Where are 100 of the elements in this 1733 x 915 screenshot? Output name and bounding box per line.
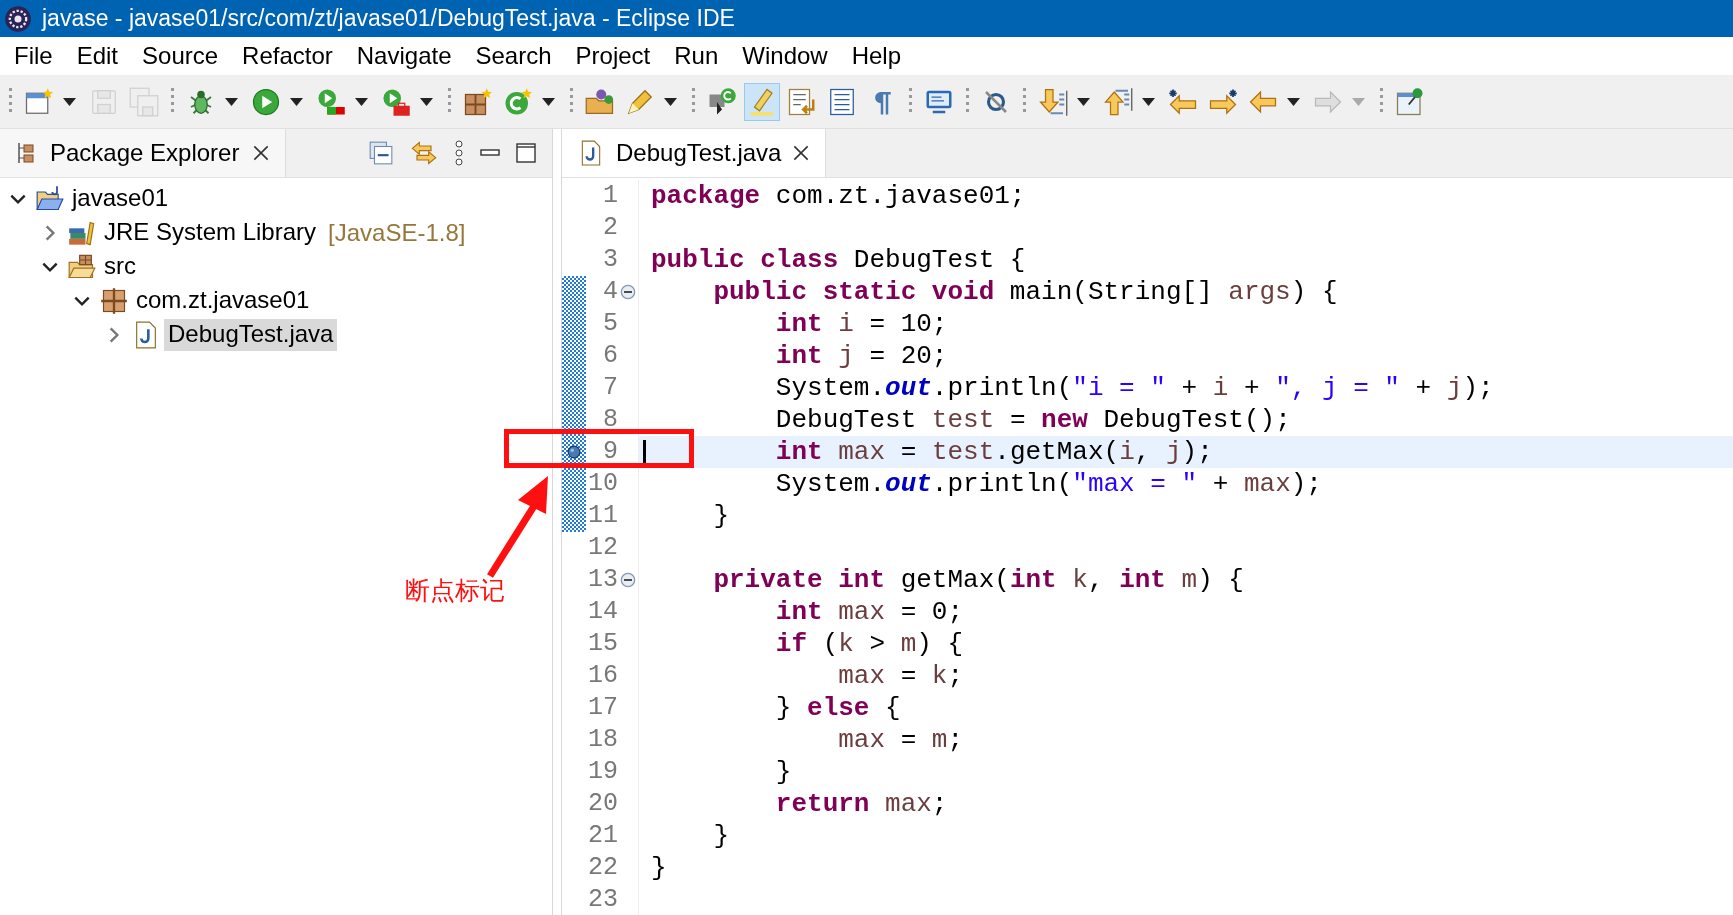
close-icon[interactable] [253,145,270,161]
tree-item-decoration: [JavaSE-1.8] [328,219,466,247]
task-icon [707,86,737,117]
line-number: 21 [587,820,618,852]
hierarchy-icon [16,141,36,165]
code-line: } else { [774,693,901,723]
collapse-all-icon[interactable] [368,140,394,166]
code-line: private int getMax(int k, int m) { [712,565,1244,595]
code-line: } [651,853,667,883]
window-title: javase - javase01/src/com/zt/javase01/DebugTest.java - Eclipse IDE [42,5,735,32]
dropdown-caret-icon[interactable] [63,97,76,106]
code-line: int max = test.getMax(i, j); [774,437,1213,467]
line-number: 22 [587,852,618,884]
books-icon [68,219,96,247]
menu-item[interactable]: File [4,42,67,70]
menu-item[interactable]: Edit [66,42,133,70]
menu-item[interactable]: Search [465,42,566,70]
line-number: 7 [602,372,618,404]
code-line: } [712,821,729,851]
editor-tab[interactable]: DebugTest.java [562,129,827,177]
play-icon [251,86,281,117]
line-number: 4 [602,276,618,308]
menu-item[interactable]: Window [732,42,842,70]
line-number: 20 [587,788,618,820]
document-lines-icon [827,86,857,117]
close-icon[interactable] [793,145,810,161]
menu-item[interactable]: Run [664,42,733,70]
package-plus-icon [463,86,493,117]
menu-item[interactable]: Help [841,42,915,70]
code-line: package com.zt.javase01; [651,181,1026,211]
dropdown-caret-icon[interactable] [1142,97,1155,106]
line-number: 13 [587,564,618,596]
document-arrow-icon [787,86,817,117]
collapse-fold-icon[interactable] [620,284,636,300]
maximize-icon[interactable] [516,143,536,163]
view-title: Package Explorer [50,139,240,167]
dropdown-caret-icon[interactable] [664,97,677,106]
line-number: 17 [587,692,618,724]
line-number: 6 [602,340,618,372]
dropdown-caret-icon[interactable] [420,97,433,106]
line-number: 12 [587,532,618,564]
floppy-disks-icon [129,86,159,117]
app-logo-icon [4,4,32,33]
annotation-label: 断点标记 [405,575,505,607]
menu-item[interactable]: Refactor [232,42,347,70]
dropdown-caret-icon[interactable] [355,97,368,106]
class-plus-icon [503,86,533,117]
line-number: 23 [587,884,618,915]
line-number: 2 [602,212,618,244]
package-icon [100,287,128,315]
code-line: public class DebugTest { [651,245,1026,275]
code-line: public static void main(String[] args) { [712,277,1338,307]
line-number: 19 [587,756,618,788]
menu-item[interactable]: Navigate [346,42,466,70]
tree-item[interactable]: com.zt.javase01 [132,285,314,317]
tree-item[interactable]: JRE System Library [100,217,321,249]
code-line: int j = 20; [774,341,948,371]
line-number: 14 [587,596,618,628]
new-window-icon [24,86,54,117]
dropdown-caret-icon[interactable] [542,97,555,106]
line-number: 5 [602,308,618,340]
line-number: 3 [602,244,618,276]
line-number: 9 [602,436,618,468]
dropdown-caret-icon[interactable] [225,97,238,106]
collapse-fold-icon[interactable] [620,572,636,588]
code-line: System.out.println("i = " + i + ", j = " + j); [774,373,1494,403]
line-number: 15 [587,628,618,660]
project-folder-icon [36,185,64,213]
editor-tab-title: DebugTest.java [616,139,782,167]
code-line: int i = 10; [774,309,948,339]
up-arrow-icon [1103,86,1133,117]
source-folder-icon [68,253,96,281]
down-arrow-icon [1038,86,1068,117]
line-number: 11 [587,500,618,532]
dropdown-caret-icon[interactable] [1287,97,1300,106]
dropdown-caret-icon[interactable] [290,97,303,106]
view-tab[interactable]: Package Explorer [0,129,287,177]
code-line: int max = 0; [774,597,964,627]
tree-item[interactable]: src [100,251,140,283]
tree-item[interactable]: javase01 [68,183,173,215]
line-number: 18 [587,724,618,756]
menu-item[interactable]: Source [132,42,233,70]
link-arrows-icon[interactable] [410,139,438,167]
dropdown-caret-icon[interactable] [1077,97,1090,106]
view-menu-icon[interactable] [454,140,464,166]
code-line: if (k > m) { [774,629,964,659]
text-cursor [643,440,646,465]
code-line: } [774,757,792,787]
code-line: System.out.println("max = " + max); [774,469,1322,499]
code-line: max = k; [837,661,964,691]
breakpoint-icon[interactable] [567,445,581,459]
code-line: max = m; [837,725,964,755]
code-line: return max; [774,789,948,819]
pin-window-icon [1395,86,1425,117]
code-line: } [712,501,729,531]
tree-item[interactable]: DebugTest.java [164,319,338,351]
menu-item[interactable]: Project [565,42,665,70]
line-number: 8 [602,404,618,436]
line-number: 10 [587,468,618,500]
minimize-icon[interactable] [480,149,500,157]
